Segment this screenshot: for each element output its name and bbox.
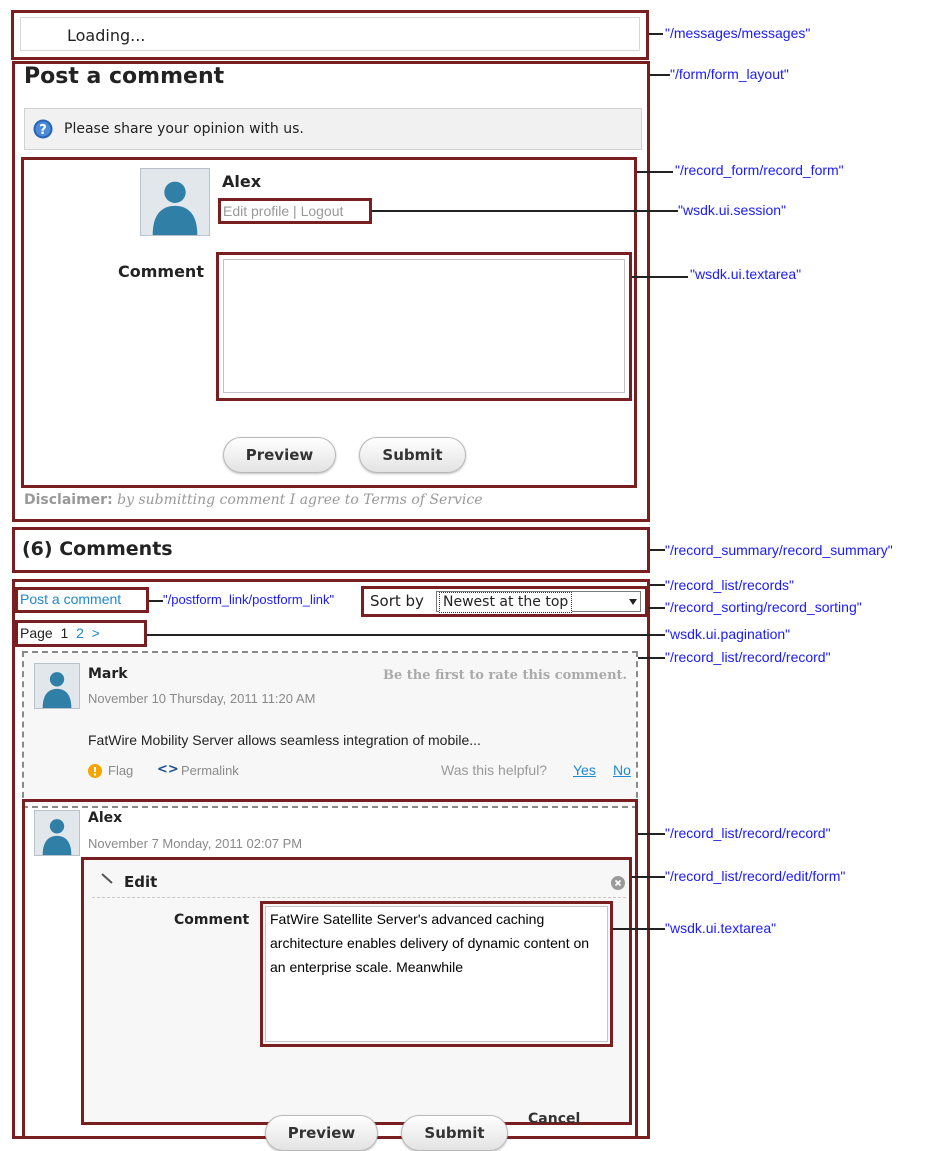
edit-header-divider	[92, 897, 626, 898]
leader-pagination	[147, 634, 665, 636]
record-2-author: Alex	[88, 810, 123, 826]
permalink-icon[interactable]: <>	[157, 762, 179, 777]
avatar-icon	[35, 664, 79, 708]
leader-record-sorting	[648, 607, 665, 609]
svg-text:?: ?	[39, 123, 47, 138]
session-links: Edit profile | Logout	[223, 203, 343, 219]
logout-link[interactable]: Logout	[301, 203, 344, 219]
helpful-no-link[interactable]: No	[613, 762, 631, 778]
dropdown-arrow-icon[interactable]	[629, 599, 637, 605]
session-separator: |	[293, 203, 297, 219]
annotation-messages: "/messages/messages"	[665, 25, 811, 41]
leader-textarea	[632, 276, 688, 278]
leader-session	[372, 210, 678, 212]
info-text: Please share your opinion with us.	[64, 121, 304, 137]
permalink-link[interactable]: Permalink	[181, 763, 239, 778]
messages-text: Loading...	[67, 26, 146, 45]
user-name: Alex	[222, 172, 262, 191]
submit-button[interactable]: Submit	[359, 437, 466, 473]
comments-count-title: (6) Comments	[22, 538, 173, 560]
annotation-pagination: "wsdk.ui.pagination"	[665, 626, 791, 642]
annotation-record-sorting: "/record_sorting/record_sorting"	[665, 599, 862, 615]
disclaimer-text: by submitting comment I agree to Terms o…	[117, 492, 483, 508]
annotation-record-2: "/record_list/record/record"	[665, 825, 831, 841]
preview-button[interactable]: Preview	[223, 437, 336, 473]
helpful-question: Was this helpful?	[441, 762, 548, 778]
record-1-rating: Be the first to rate this comment.	[383, 668, 628, 683]
avatar-icon	[35, 811, 79, 855]
leader-record-form	[637, 171, 673, 173]
page-next-link[interactable]: >	[92, 625, 100, 641]
avatar	[34, 663, 80, 709]
annotation-record-1: "/record_list/record/record"	[665, 649, 831, 665]
leader-record-1	[638, 657, 665, 659]
pencil-icon	[100, 870, 114, 884]
page-current: 1	[60, 625, 69, 641]
avatar	[34, 810, 80, 856]
comment-label: Comment	[118, 262, 204, 281]
edit-profile-link[interactable]: Edit profile	[223, 203, 289, 219]
close-circle-icon[interactable]	[611, 875, 625, 890]
annotation-textarea-2: "wsdk.ui.textarea"	[665, 920, 777, 936]
post-comment-link[interactable]: Post a comment	[20, 591, 121, 607]
help-icon: ?	[33, 119, 53, 139]
page-link-2[interactable]: 2	[76, 625, 84, 641]
annotation-session: "wsdk.ui.session"	[678, 202, 786, 218]
pagination: Page 1 2 >	[20, 625, 100, 641]
record-1-date: November 10 Thursday, 2011 11:20 AM	[88, 691, 316, 706]
leader-edit-form	[632, 876, 665, 878]
leader-record-2	[638, 833, 665, 835]
edit-comment-label: Comment	[174, 912, 250, 928]
page-title: Post a comment	[24, 64, 225, 89]
annotation-record-summary: "/record_summary/record_summary"	[665, 542, 893, 558]
edit-submit-button[interactable]: Submit	[401, 1115, 508, 1151]
sort-select[interactable]: Newest at the top	[436, 591, 641, 613]
avatar-icon	[141, 169, 209, 235]
leader-textarea-2	[613, 928, 665, 930]
annotation-records: "/record_list/records"	[665, 577, 794, 593]
sort-select-value: Newest at the top	[439, 592, 573, 613]
pagination-label: Page	[20, 625, 53, 641]
annotation-edit-form: "/record_list/record/edit/form"	[665, 868, 846, 884]
edit-cancel-link[interactable]: Cancel	[528, 1111, 580, 1127]
sort-label: Sort by	[370, 592, 424, 610]
flag-icon[interactable]	[88, 763, 102, 778]
edit-preview-button[interactable]: Preview	[265, 1115, 378, 1151]
leader-records	[650, 584, 665, 586]
leader-postform-link	[149, 600, 163, 602]
annotation-form-layout: "/form/form_layout"	[670, 66, 789, 82]
edit-title: Edit	[124, 873, 158, 891]
annotation-record-form: "/record_form/record_form"	[675, 162, 844, 178]
flag-link[interactable]: Flag	[108, 763, 133, 778]
record-1-author: Mark	[88, 666, 128, 682]
disclaimer: Disclaimer: by submitting comment I agre…	[24, 492, 483, 508]
edit-comment-textarea[interactable]: FatWire Satellite Server's advanced cach…	[265, 906, 608, 1042]
disclaimer-label: Disclaimer:	[24, 492, 113, 508]
leader-messages	[649, 33, 663, 35]
record-2-date: November 7 Monday, 2011 02:07 PM	[88, 836, 303, 851]
comment-textarea[interactable]	[223, 259, 625, 393]
leader-record-summary	[650, 549, 665, 551]
annotation-textarea: "wsdk.ui.textarea"	[690, 266, 802, 282]
annotation-postform-link: "/postform_link/postform_link"	[163, 592, 335, 607]
record-1-body: FatWire Mobility Server allows seamless …	[88, 732, 481, 748]
leader-form-layout	[650, 74, 670, 76]
avatar	[140, 168, 210, 236]
helpful-yes-link[interactable]: Yes	[573, 762, 596, 778]
